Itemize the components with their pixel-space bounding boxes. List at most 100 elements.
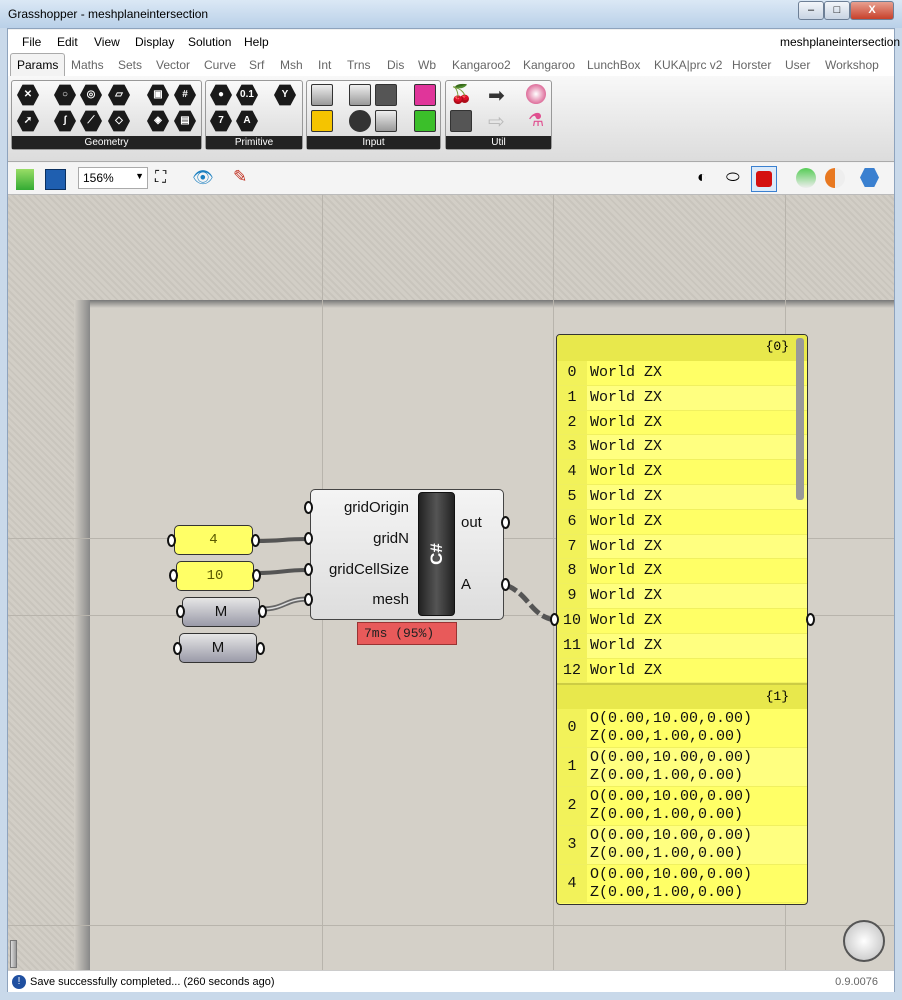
row-index: 2 — [557, 786, 587, 825]
row-index: 1 — [557, 385, 587, 410]
row-value: World ZX — [590, 512, 663, 530]
plane-normal: Z(0.00,1.00,0.00) — [590, 728, 744, 746]
row-index: 11 — [557, 633, 587, 658]
row-value: World ZX — [590, 636, 663, 654]
panel-scrollbar[interactable] — [796, 338, 804, 500]
input-gridCellSize[interactable]: gridCellSize — [312, 561, 409, 578]
data-panel[interactable]: {0} 0 World ZX 1 World ZX 2 World ZX 3 World ZX… — [556, 334, 808, 905]
panel-row: 1 O(0.00,10.00,0.00) Z(0.00,1.00,0.00) — [557, 748, 807, 787]
row-value: World ZX — [590, 438, 663, 456]
row-index: 12 — [557, 658, 587, 683]
panel-row: 8 World ZX — [557, 559, 807, 585]
input-grip[interactable] — [176, 605, 185, 618]
row-value: World ZX — [590, 562, 663, 580]
output-A[interactable]: A — [461, 576, 471, 593]
branch-header-1: {1} — [557, 683, 807, 710]
panel-row: 2 World ZX — [557, 410, 807, 436]
plane-normal: Z(0.00,1.00,0.00) — [590, 767, 744, 785]
panel-row: 4 World ZX — [557, 460, 807, 485]
input-mesh[interactable]: mesh — [312, 591, 409, 608]
row-index: 4 — [557, 864, 587, 903]
panel-row: 10 World ZX — [557, 608, 807, 634]
number-param-gridN[interactable]: 4 — [174, 525, 253, 555]
info-icon: ! — [12, 975, 26, 989]
panel-row: 4 O(0.00,10.00,0.00) Z(0.00,1.00,0.00) — [557, 864, 807, 904]
row-value: World ZX — [590, 487, 663, 505]
plane-normal: Z(0.00,1.00,0.00) — [590, 883, 744, 901]
plane-origin: O(0.00,10.00,0.00) — [590, 865, 753, 883]
wire-gridCellSize — [255, 568, 309, 575]
plane-origin: O(0.00,10.00,0.00) — [590, 749, 753, 767]
row-index: 3 — [557, 825, 587, 864]
row-index: 1 — [557, 748, 587, 786]
panel-row: 1 World ZX — [557, 385, 807, 411]
input-gridN[interactable]: gridN — [312, 530, 409, 547]
branch-1-list: 0 O(0.00,10.00,0.00) Z(0.00,1.00,0.00) 1 O(0… — [557, 709, 807, 904]
status-bar: ! Save successfully completed... (260 se… — [8, 970, 894, 992]
output-grip[interactable] — [251, 534, 260, 547]
panel-row: 3 O(0.00,10.00,0.00) Z(0.00,1.00,0.00) — [557, 825, 807, 865]
mesh-param-1[interactable]: M — [182, 597, 260, 627]
row-index: 3 — [557, 435, 587, 460]
plane-normal: Z(0.00,1.00,0.00) — [590, 805, 744, 823]
panel-row: 7 World ZX — [557, 534, 807, 560]
mesh-param-2[interactable]: M — [179, 633, 257, 663]
row-value: World ZX — [590, 661, 663, 679]
row-index: 8 — [557, 559, 587, 584]
row-value: World ZX — [590, 388, 663, 406]
panel-input-grip[interactable] — [550, 613, 559, 626]
version-label: 0.9.0076 — [835, 976, 878, 988]
profiler-badge: 7ms (95%) — [357, 622, 457, 645]
output-grip[interactable] — [252, 569, 261, 582]
input-grip[interactable] — [173, 642, 182, 655]
input-grip[interactable] — [304, 593, 313, 606]
row-index: 2 — [557, 410, 587, 435]
panel-row: 0 O(0.00,10.00,0.00) Z(0.00,1.00,0.00) — [557, 709, 807, 749]
output-grip[interactable] — [258, 605, 267, 618]
row-value: World ZX — [590, 587, 663, 605]
navigation-compass-icon[interactable] — [843, 920, 885, 962]
input-grip[interactable] — [169, 569, 178, 582]
input-grip[interactable] — [304, 532, 313, 545]
panel-row: 12 World ZX — [557, 658, 807, 684]
row-index: 9 — [557, 584, 587, 608]
row-index: 0 — [557, 709, 587, 748]
panel-row: 6 World ZX — [557, 509, 807, 535]
output-out[interactable]: out — [461, 514, 482, 531]
row-index: 7 — [557, 534, 587, 559]
row-index: 4 — [557, 460, 587, 484]
panel-row: 3 World ZX — [557, 435, 807, 461]
plane-normal: Z(0.00,1.00,0.00) — [590, 844, 744, 862]
row-value: World ZX — [590, 364, 663, 381]
output-grip[interactable] — [501, 578, 510, 591]
plane-origin: O(0.00,10.00,0.00) — [590, 710, 753, 728]
input-grip[interactable] — [304, 501, 313, 514]
input-grip[interactable] — [167, 534, 176, 547]
status-message: Save successfully completed... (260 seco… — [30, 976, 275, 988]
branch-0-list: 0 World ZX 1 World ZX 2 World ZX 3 World ZX 4 Wor… — [557, 361, 807, 684]
input-gridOrigin[interactable]: gridOrigin — [312, 499, 409, 516]
number-param-gridCellSize[interactable]: 10 — [176, 561, 254, 591]
row-index: 5 — [557, 484, 587, 509]
panel-row: 9 World ZX — [557, 584, 807, 609]
output-grip[interactable] — [501, 516, 510, 529]
output-grip[interactable] — [256, 642, 265, 655]
panel-row: 2 O(0.00,10.00,0.00) Z(0.00,1.00,0.00) — [557, 786, 807, 826]
branch-header-0: {0} — [557, 335, 807, 361]
input-grip[interactable] — [304, 563, 313, 576]
row-value: World ZX — [590, 537, 663, 555]
wire-A-panel — [504, 582, 555, 623]
component-label: C# — [426, 543, 446, 565]
panel-output-grip[interactable] — [806, 613, 815, 626]
row-value: World ZX — [590, 413, 663, 431]
row-index: 0 — [557, 361, 587, 385]
row-value: World ZX — [590, 611, 663, 629]
row-index: 10 — [557, 608, 587, 633]
panel-row: 11 World ZX — [557, 633, 807, 659]
plane-origin: O(0.00,10.00,0.00) — [590, 826, 753, 844]
row-index: 6 — [557, 509, 587, 534]
panel-row: 0 World ZX — [557, 361, 807, 386]
plane-origin: O(0.00,10.00,0.00) — [590, 787, 753, 805]
wire-gridN — [255, 537, 309, 543]
row-value: World ZX — [590, 463, 663, 481]
